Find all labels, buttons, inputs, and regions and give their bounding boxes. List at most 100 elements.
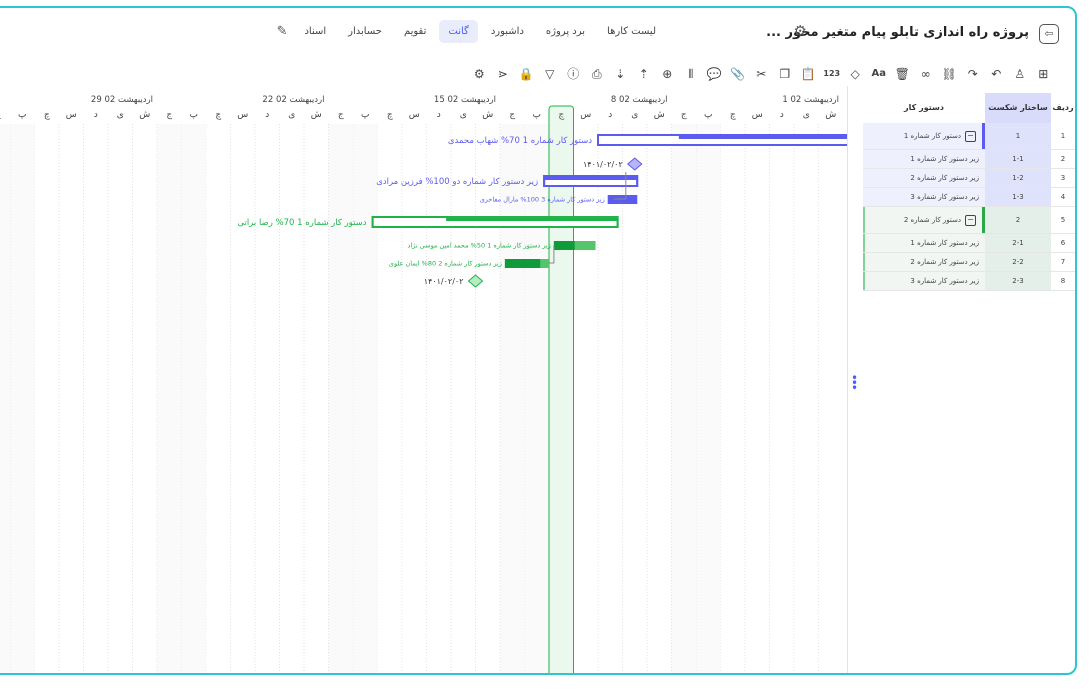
weekend-column — [696, 124, 721, 673]
row-name[interactable]: زیر دستور کار شماره 3 — [863, 188, 985, 206]
row-name[interactable]: زیر دستور کار شماره 2 — [863, 169, 985, 187]
copy-icon[interactable]: ❐ — [773, 63, 797, 85]
download-icon[interactable]: ⇣ — [609, 63, 633, 85]
day-label: ی — [288, 110, 295, 120]
font-icon[interactable]: Aa — [867, 63, 891, 85]
row-name-label: زیر دستور کار شماره 3 — [910, 277, 979, 285]
lock-icon[interactable]: 🔒 — [515, 63, 539, 85]
paste-icon[interactable]: 📋 — [797, 63, 821, 85]
fill-icon[interactable]: ◇ — [844, 63, 868, 85]
day-label: چ — [215, 110, 221, 120]
filter-column-icon[interactable]: ⫴ — [679, 63, 703, 85]
tab-4[interactable]: تقویم — [395, 20, 435, 43]
tab-3[interactable]: گانت — [439, 20, 478, 43]
weekend-column — [10, 124, 35, 673]
back-icon[interactable]: ⇦ — [1039, 24, 1059, 44]
comment-icon[interactable]: 💬 — [703, 63, 727, 85]
redo-icon[interactable]: ↷ — [961, 63, 985, 85]
bar-label: زیر دستور کار شماره 2 80% ایمان علوی — [389, 260, 502, 268]
upload-icon[interactable]: ⇡ — [632, 63, 656, 85]
user-icon[interactable]: ♙ — [1008, 63, 1032, 85]
day-label: پ — [18, 110, 26, 120]
zoom-in-icon[interactable]: ⊕ — [656, 63, 680, 85]
info-icon[interactable]: ⓘ — [562, 63, 586, 85]
today-column — [548, 105, 574, 673]
row-name-label: دستور کار شماره 2 — [903, 216, 961, 224]
bar-label: دستور کار شماره 1 70% رضا براتی — [237, 218, 366, 228]
tab-1[interactable]: برد پروژه — [537, 20, 594, 43]
gantt-timeline[interactable]: 1 اردیبهشت 02 8 اردیبهشت 02 15 اردیبهشت 02… — [0, 86, 847, 673]
week-label: 8 اردیبهشت 02 — [611, 95, 668, 105]
grid-row[interactable]: 7 2-2 زیر دستور کار شماره 2 — [863, 253, 1075, 272]
row-name[interactable]: زیر دستور کار شماره 2 — [863, 253, 985, 271]
milestone-diamond[interactable] — [467, 274, 484, 288]
grid-row[interactable]: 6 2-1 زیر دستور کار شماره 1 — [863, 234, 1075, 253]
row-index: 5 — [1060, 216, 1066, 224]
tab-2[interactable]: داشبورد — [482, 20, 533, 43]
link-broken-icon[interactable]: ⛓ — [938, 63, 962, 85]
day-label: ج — [166, 110, 172, 120]
day-label: س — [752, 110, 763, 120]
grid-row[interactable]: 4 1-3 زیر دستور کار شماره 3 — [863, 188, 1075, 207]
header-name[interactable]: دستور کار — [863, 93, 985, 123]
weekend-column — [524, 124, 549, 673]
tab-6[interactable]: اسناد — [295, 20, 335, 43]
tab-0[interactable]: لیست کارها — [598, 20, 665, 43]
row-name[interactable]: −دستور کار شماره 2 — [863, 207, 985, 233]
cut-icon[interactable]: ✂ — [750, 63, 774, 85]
drag-handle-icon[interactable]: • • • — [851, 372, 858, 394]
task-grid: ردیف ساختار شکست دستور کار 1 1 −دستور کار … — [863, 93, 1075, 673]
grid-row[interactable]: 2 1-1 زیر دستور کار شماره 1 — [863, 150, 1075, 169]
row-name[interactable]: −دستور کار شماره 1 — [863, 123, 985, 149]
row-wbs: 2 — [985, 207, 1051, 233]
day-label: ش — [482, 110, 493, 120]
attachment-icon[interactable]: 📎 — [726, 63, 750, 85]
day-label: ج — [0, 110, 1, 120]
tab-bar: لیست کارها برد پروژه داشبورد گانت تقویم حسابد… — [273, 20, 665, 43]
row-name[interactable]: زیر دستور کار شماره 1 — [863, 150, 985, 168]
grid-row[interactable]: 8 2-3 زیر دستور کار شماره 3 — [863, 272, 1075, 291]
row-name[interactable]: زیر دستور کار شماره 1 — [863, 234, 985, 252]
grid-row[interactable]: 5 2 −دستور کار شماره 2 — [863, 207, 1075, 234]
delete-icon[interactable]: 🗑 — [891, 63, 915, 85]
tab-5[interactable]: حسابدار — [339, 20, 391, 43]
undo-icon[interactable]: ↶ — [985, 63, 1009, 85]
day-label: د — [265, 110, 269, 120]
day-label: د — [437, 110, 441, 120]
milestone-diamond[interactable] — [626, 157, 643, 171]
weekend-column — [671, 124, 696, 673]
gear-icon[interactable]: ⚙ — [468, 63, 492, 85]
link-icon[interactable]: ∞ — [914, 63, 938, 85]
settings-icon[interactable]: ⚙ — [794, 22, 807, 40]
edit-icon[interactable]: ✎ — [273, 20, 292, 43]
row-name[interactable]: زیر دستور کار شماره 3 — [863, 272, 985, 290]
week-label: 1 اردیبهشت 02 — [782, 95, 839, 105]
number-format-icon[interactable]: 123 — [820, 63, 844, 85]
filter-icon[interactable]: ▽ — [538, 63, 562, 85]
day-label: س — [580, 110, 591, 120]
week-label: 15 اردیبهشت 02 — [434, 95, 496, 105]
collapse-icon[interactable]: − — [965, 130, 976, 142]
add-icon[interactable]: ⊞ — [1032, 63, 1056, 85]
day-label: د — [94, 110, 98, 120]
row-index: 6 — [1060, 239, 1066, 247]
row-wbs: 1 — [985, 123, 1051, 149]
row-name-label: زیر دستور کار شماره 2 — [910, 258, 979, 266]
day-label: د — [780, 110, 784, 120]
weekend-column — [157, 124, 182, 673]
grid-row[interactable]: 3 1-2 زیر دستور کار شماره 2 — [863, 169, 1075, 188]
print-icon[interactable]: ⎙ — [585, 63, 609, 85]
collapse-icon[interactable]: − — [965, 214, 976, 226]
grid-body: 1 1 −دستور کار شماره 1 2 1-1 زیر دستور کار شم… — [863, 123, 1075, 291]
row-index: 1 — [1060, 132, 1066, 140]
bar-label: دستور کار شماره 1 70% شهاب محمدی — [448, 136, 592, 146]
day-label: پ — [704, 110, 712, 120]
header: ⇦ پروژه راه اندازی تابلو پیام متغیر محور… — [0, 8, 1075, 58]
share-icon[interactable]: ⋖ — [491, 63, 515, 85]
panel-resizer[interactable]: • • • — [847, 86, 858, 673]
header-wbs[interactable]: ساختار شکست — [985, 93, 1051, 123]
day-label: ش — [311, 110, 322, 120]
header-index[interactable]: ردیف — [1051, 93, 1075, 123]
day-label: س — [66, 110, 77, 120]
grid-row[interactable]: 1 1 −دستور کار شماره 1 — [863, 123, 1075, 150]
